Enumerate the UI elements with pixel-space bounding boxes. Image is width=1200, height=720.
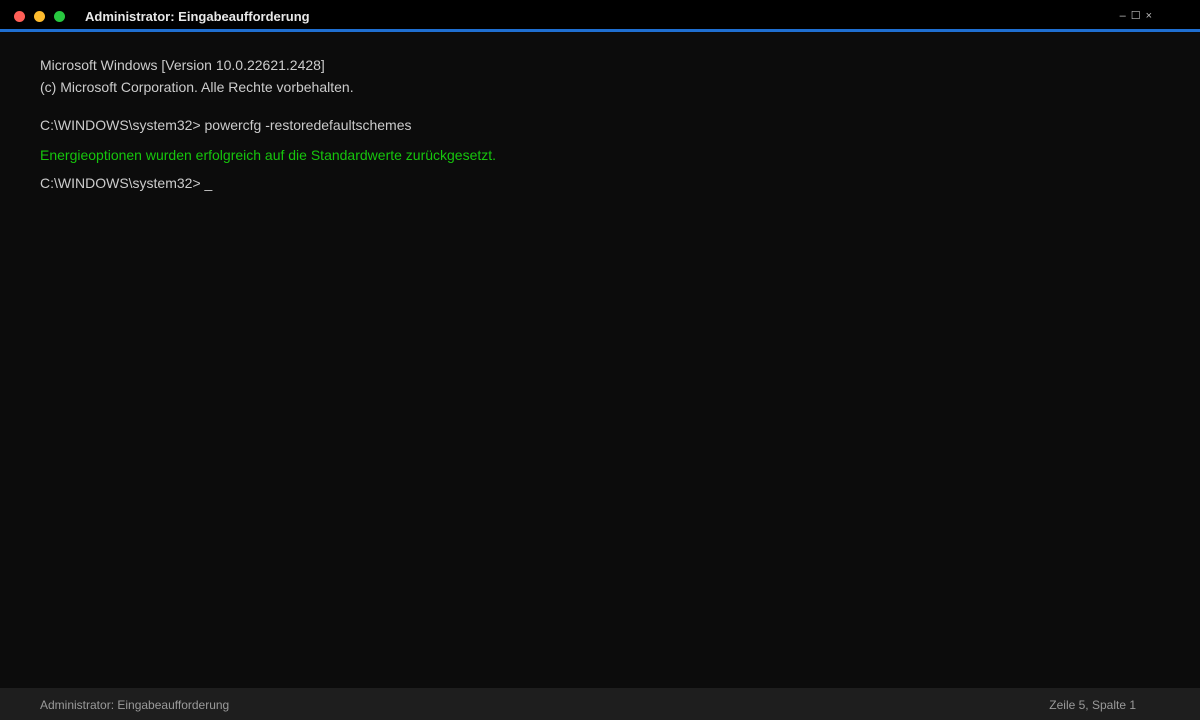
terminal-line-copyright: (c) Microsoft Corporation. Alle Rechte v…: [40, 79, 354, 95]
status-bar: Administrator: Eingabeaufforderung Zeile…: [0, 688, 1200, 720]
terminal-line-version: Microsoft Windows [Version 10.0.22621.24…: [40, 57, 325, 73]
terminal-line-command: C:\WINDOWS\system32> powercfg -restorede…: [40, 117, 412, 133]
maximize-dot-icon[interactable]: [54, 11, 65, 22]
title-bar[interactable]: Administrator: Eingabeaufforderung – ☐ ×: [0, 0, 1200, 32]
cursor-position: Zeile 5, Spalte 1: [1049, 698, 1136, 712]
close-icon[interactable]: ×: [1146, 10, 1152, 22]
minimize-icon[interactable]: –: [1120, 10, 1126, 22]
maximize-icon[interactable]: ☐: [1131, 10, 1141, 22]
close-dot-icon[interactable]: [14, 11, 25, 22]
status-title: Administrator: Eingabeaufforderung: [40, 698, 230, 712]
window-controls: – ☐ ×: [1120, 10, 1152, 22]
minimize-dot-icon[interactable]: [34, 11, 45, 22]
window-title: Administrator: Eingabeaufforderung: [85, 9, 310, 24]
terminal-line-success-message: Energieoptionen wurden erfolgreich auf d…: [40, 147, 497, 163]
terminal-prompt[interactable]: C:\WINDOWS\system32> _: [40, 174, 212, 192]
terminal-window: Administrator: Eingabeaufforderung – ☐ ×…: [0, 0, 1200, 720]
